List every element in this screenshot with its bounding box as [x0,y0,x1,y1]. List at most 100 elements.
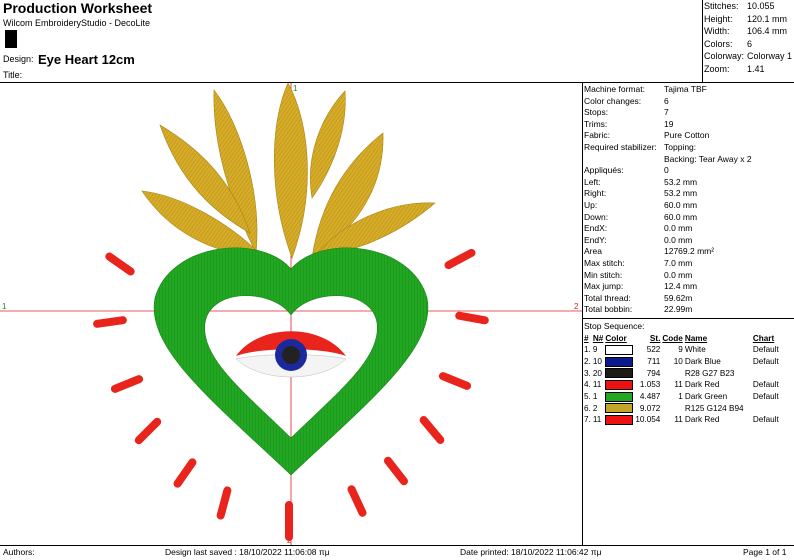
info-row: Max stitch: 7.0 mm [584,258,794,270]
info-row: Total thread: 59.62m [584,293,794,305]
color-swatch [605,379,634,390]
info-label: Total bobbin: [584,304,633,315]
stop-n: 10 [592,357,602,367]
stop-chart [752,367,780,379]
stop-n: 11 [592,415,602,425]
color-swatch [605,368,634,379]
info-label: Machine format: [584,84,645,94]
stop-n: 9 [592,345,598,355]
stop-chart: Default [752,357,779,367]
info-value: 60.0 mm [664,211,698,222]
stop-chart: Default [752,380,779,390]
info-value: Pure Cotton [664,130,710,141]
info-label: Color changes: [584,95,642,106]
stat-value: 120.1 mm [747,13,788,24]
info-value: 12769.2 mm² [664,246,715,257]
stop-code: 11 [674,415,683,425]
stop-row: 4. 11 1.053 11 Dark Red Default [583,379,780,391]
stat-row: Width: 106.4 mm [704,25,794,38]
info-value: Tajima TBF [664,84,707,94]
stop-stitches: 522 [646,345,661,355]
info-row: Area 12769.2 mm² [584,246,794,258]
stop-divider [582,318,794,319]
col-st: St. [649,334,661,343]
info-label: Left: [584,176,601,187]
info-label: Right: [584,188,607,199]
info-value: 53.2 mm [664,176,698,187]
info-row: Right: 53.2 mm [584,188,794,200]
info-value: 53.2 mm [664,188,698,199]
col-num: # [584,334,589,343]
color-swatch [605,414,634,425]
stop-color [604,402,634,414]
stop-stitches: 4.487 [639,392,661,402]
info-value: 59.62m [664,292,693,303]
stat-row: Colorway: Colorway 1 [704,50,794,63]
stop-chart: Default [752,392,779,402]
crown-leaves [141,83,436,259]
marker-bottom: 2 [287,536,292,545]
stop-row: 3. 20 794 R28 G27 B23 [583,367,780,379]
color-swatch [605,344,634,355]
stop-num: 3. [584,368,591,378]
stat-row: Height: 120.1 mm [704,13,794,26]
stop-chart: Default [752,345,779,355]
info-row: Left: 53.2 mm [584,177,794,189]
stop-row: 7. 11 10.054 11 Dark Red Default [583,414,780,426]
stat-row: Colors: 6 [704,38,794,51]
stop-num: 6. [584,403,591,413]
stop-row: 1. 9 522 9 White Default [583,344,780,356]
stop-n: 11 [592,380,602,390]
worksheet-title: Production Worksheet [3,0,153,16]
color-swatch [605,356,634,367]
stop-color [604,344,634,356]
stat-value: 10.055 [747,1,775,11]
design-canvas: 1 2 1 2 [0,83,582,545]
stop-sequence-table: # N# Color St. Code Name Chart 1. 9 522 9 Wh… [583,333,780,426]
stat-label: Width: [704,26,730,36]
stop-row: 5. 1 4.487 1 Dark Green Default [583,391,780,403]
info-label: EndX: [584,223,608,234]
stop-stitches: 711 [647,357,661,367]
stop-chart: Default [752,415,779,425]
stop-sequence-title: Stop Sequence: [584,321,645,331]
info-label: EndY: [584,234,607,245]
info-value: 19 [664,118,674,129]
stop-stitches: 9.072 [639,403,661,413]
stat-value: 6 [747,38,753,49]
stop-code [661,402,683,414]
info-label: Appliqués: [584,165,624,176]
title-label: Title: [3,70,23,80]
stop-stitches: 1.053 [639,380,661,390]
col-color: Color [605,334,627,343]
stat-label: Height: [704,13,733,24]
stat-label: Colors: [704,38,733,49]
last-saved: Design last saved : 18/10/2022 11:06:08 … [165,547,330,557]
info-value: Topping: [664,141,697,152]
stop-name: Dark Blue [684,357,721,367]
stop-name: Dark Red [684,415,720,425]
col-name: Name [684,334,708,343]
stop-color [604,391,634,403]
info-row: Fabric: Pure Cotton [584,130,794,142]
stop-num: 1. [584,345,591,355]
stop-code: 9 [678,345,683,355]
marker-right: 2 [574,302,579,311]
info-value: 7.0 mm [664,257,693,268]
stop-n: 2 [592,403,598,413]
info-label: Total thread: [584,292,631,303]
info-row: Down: 60.0 mm [584,212,794,224]
info-row: Min stitch: 0.0 mm [584,270,794,282]
stat-label: Colorway: [704,51,745,61]
info-label: Max jump: [584,281,624,292]
info-label: Up: [584,199,598,210]
panel-divider [582,82,583,545]
stat-row: Stitches: 10.055 [704,0,794,13]
stop-table-header: # N# Color St. Code Name Chart [583,333,780,344]
design-name: Eye Heart 12cm [38,52,135,67]
stop-name: R28 G27 B23 [684,368,735,378]
stop-row: 6. 2 9.072 R125 G124 B94 [583,402,780,414]
stat-row: Zoom: 1.41 [704,63,794,76]
info-value: 7 [664,107,669,118]
info-panel: Machine format: Tajima TBF Color changes: 6… [584,84,794,316]
